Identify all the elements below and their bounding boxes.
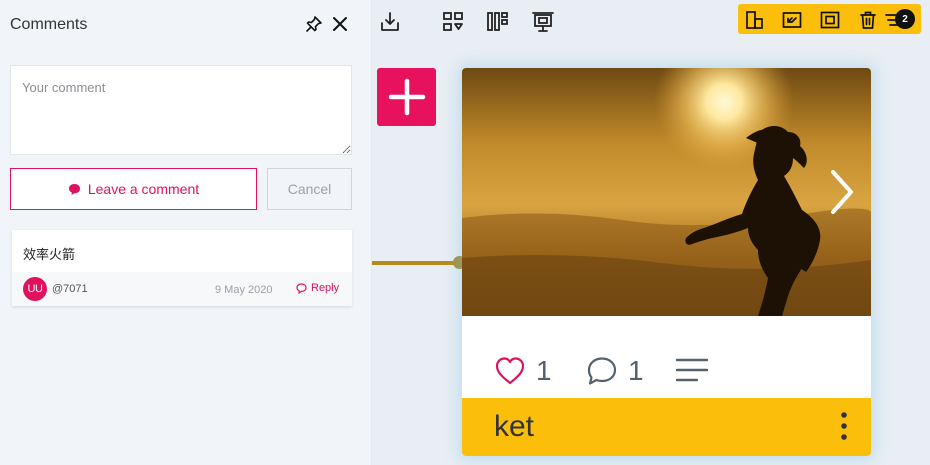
presentation-icon[interactable] [531,10,555,34]
card-image [462,68,871,316]
comment-footer: UU @7071 9 May 2020 Reply [12,272,352,306]
comment-item: 效率火箭 UU @7071 9 May 2020 Reply [12,230,352,306]
reply-button[interactable]: Reply [296,282,339,294]
comments-button[interactable]: 1 [586,356,644,386]
reply-label: Reply [311,282,340,294]
avatar[interactable]: UU [23,277,47,301]
selection-count-badge: 2 [895,9,915,29]
post-card[interactable]: 1 1 ket [462,68,871,456]
reply-bubble-icon [296,282,307,294]
cancel-button[interactable]: Cancel [267,168,352,210]
trash-icon[interactable] [858,10,878,30]
card-footer: ket [462,398,871,456]
card-title[interactable]: ket [494,410,534,444]
connector-line[interactable] [372,261,460,265]
card-actions: 1 1 [462,316,871,398]
comment-date: 9 May 2020 [215,284,273,296]
pin-icon[interactable] [305,15,323,33]
leave-comment-label: Leave a comment [87,181,200,197]
add-button[interactable] [377,68,436,126]
comment-username: @7071 [52,283,88,295]
columns-icon[interactable] [486,10,510,34]
comment-text: 效率火箭 [23,248,76,263]
next-arrow-icon[interactable] [827,168,857,216]
align-icon[interactable] [745,10,765,30]
leave-comment-button[interactable]: Leave a comment [10,168,257,210]
like-count: 1 [536,355,552,386]
panel-title: Comments [10,16,88,33]
speech-bubble-icon [68,183,80,195]
close-icon[interactable] [331,15,349,33]
grid-filter-icon[interactable] [441,10,465,34]
comment-count: 1 [628,355,644,386]
more-options-icon[interactable] [837,410,851,442]
resize-icon[interactable] [782,10,802,30]
selection-toolbar: 2 [738,4,921,34]
comments-panel: Comments Leave a comment Cancel 效率火箭 UU … [0,0,372,465]
download-icon[interactable] [378,10,402,34]
description-icon[interactable] [675,356,709,384]
comment-input[interactable] [10,65,352,155]
plus-icon [388,78,425,116]
comment-bubble-icon [587,357,617,385]
heart-icon [495,357,525,385]
like-button[interactable]: 1 [494,356,552,386]
frame-icon[interactable] [820,10,840,30]
